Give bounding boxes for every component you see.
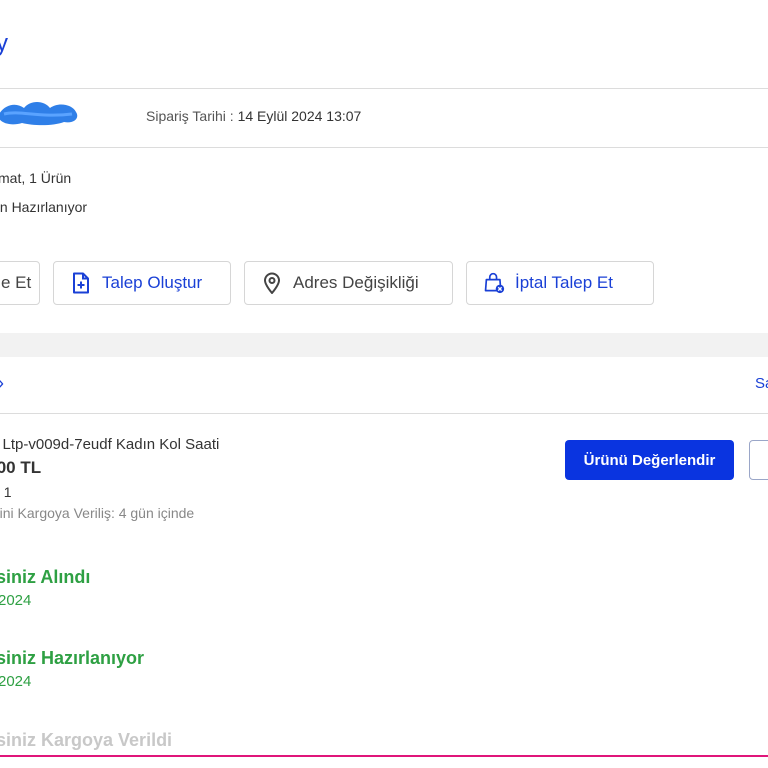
action-label: İptal Talep Et bbox=[515, 273, 613, 292]
bag-cancel-icon bbox=[483, 272, 505, 294]
timeline-step-title: siniz Alındı bbox=[0, 567, 91, 587]
location-pin-icon bbox=[261, 272, 283, 294]
document-plus-icon bbox=[70, 272, 92, 294]
create-request-button[interactable]: Talep Oluştur bbox=[53, 261, 231, 305]
divider bbox=[0, 413, 768, 414]
cancel-request-button[interactable]: İptal Talep Et bbox=[466, 261, 654, 305]
timeline-step-date: 2024 bbox=[0, 592, 32, 609]
address-change-button[interactable]: Adres Değişikliği bbox=[244, 261, 453, 305]
order-actions: e Et Talep Oluştur Adres Değişikliği İpt… bbox=[0, 261, 654, 305]
action-label: Talep Oluştur bbox=[102, 273, 203, 292]
product-price: ,00 TL bbox=[0, 458, 42, 477]
redacted-scribble bbox=[0, 102, 78, 126]
chevron-right-icon[interactable]: › bbox=[0, 373, 4, 394]
order-summary: mat, 1 Ürün bbox=[0, 170, 72, 186]
page-title: y bbox=[0, 30, 8, 57]
timeline-step-date: 2024 bbox=[0, 673, 32, 690]
timeline-step-title: siniz Kargoya Verildi bbox=[0, 730, 173, 750]
order-status-text: ın Hazırlanıyor bbox=[0, 199, 88, 215]
product-quantity: : 1 bbox=[0, 484, 12, 500]
timeline-step-title: siniz Hazırlanıyor bbox=[0, 648, 145, 668]
action-label: Adres Değişikliği bbox=[293, 273, 419, 292]
secondary-product-button[interactable] bbox=[749, 440, 768, 480]
action-label: e Et bbox=[1, 273, 32, 292]
order-date-value: 14 Eylül 2024 13:07 bbox=[237, 108, 362, 124]
section-separator bbox=[0, 333, 768, 357]
shipment-link[interactable]: Sa bbox=[755, 375, 768, 392]
order-date-label: Sipariş Tarihi : bbox=[146, 108, 238, 124]
product-name[interactable]: o Ltp-v009d-7eudf Kadın Kol Saati bbox=[0, 436, 219, 453]
divider bbox=[0, 147, 768, 148]
estimated-shipping: mini Kargoya Veriliş: 4 gün içinde bbox=[0, 505, 195, 521]
progress-divider bbox=[0, 755, 768, 757]
rate-product-button[interactable]: Ürünü Değerlendir bbox=[565, 440, 734, 480]
divider bbox=[0, 88, 768, 89]
partial-action-button[interactable]: e Et bbox=[0, 261, 40, 305]
order-date: Sipariş Tarihi : 14 Eylül 2024 13:07 bbox=[146, 108, 361, 124]
